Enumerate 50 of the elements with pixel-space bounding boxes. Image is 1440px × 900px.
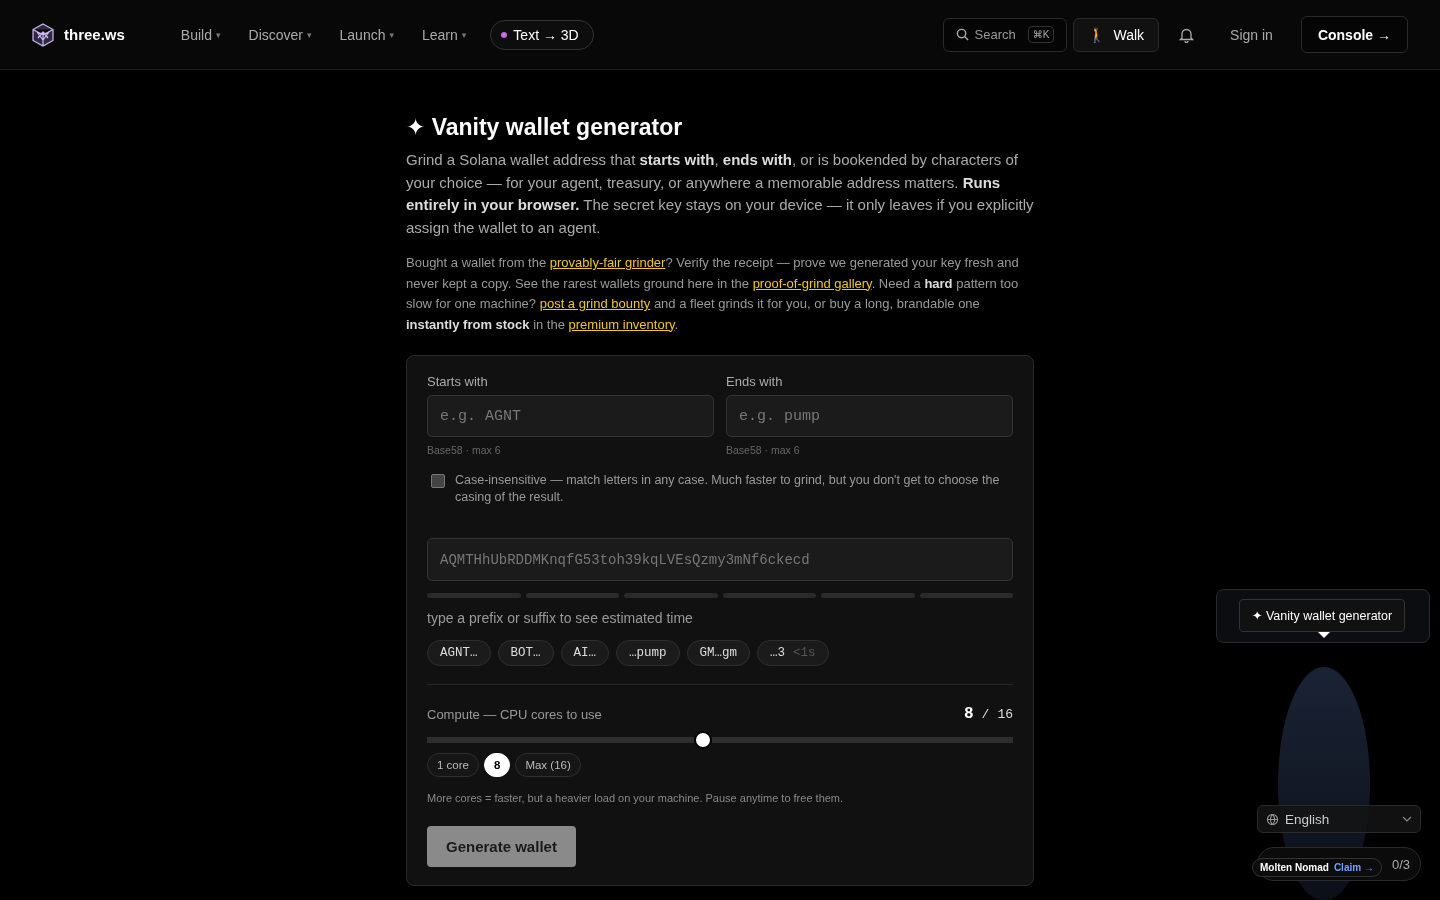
claim-link[interactable]: Claim →	[1333, 862, 1374, 873]
field-label: Ends with	[726, 374, 784, 389]
achievement-badge: Molten Nomad Claim →	[1252, 858, 1382, 877]
core-preset-button[interactable]: Max (16)	[515, 753, 581, 777]
language-select[interactable]: English	[1257, 805, 1421, 833]
core-preset-button[interactable]: 8	[483, 753, 511, 777]
field-label: Starts with	[427, 374, 489, 389]
console-button[interactable]: Console →	[1300, 16, 1408, 53]
walk-button[interactable]: 🚶 Walk	[1073, 17, 1160, 52]
nav-menu-item[interactable]: Build ▾	[170, 20, 231, 49]
text-to-3d-button[interactable]: Text → 3D	[490, 19, 594, 50]
page-title: ✦ Vanity wallet generator	[406, 114, 684, 141]
core-preset-button[interactable]: 1 core	[427, 753, 479, 777]
text-link[interactable]: premium inventory	[568, 316, 675, 332]
nav-menu-item[interactable]: Launch ▾	[329, 20, 404, 49]
example-chip[interactable]: …pump	[616, 640, 680, 666]
example-chip[interactable]: AI…	[560, 640, 610, 666]
input-field[interactable]: e.g. pump	[726, 395, 1013, 437]
core-count: 8 / 16	[963, 705, 1013, 723]
info-paragraph: Bought a wallet from the provably-fair grinder? Verify the receipt — prove we generated your key fresh and never kept a copy. See the rarest wallets ground here in the proof-of-grind gallery. Need a hard pattern too slow for one machine? post a grind bounty and a fleet grinds it for you, or buy a long, brandable one instantly from stock in the premium inventory.	[406, 254, 1020, 334]
search-icon	[955, 28, 969, 41]
checkbox-label: Case-insensitive — match letters in any case. Much faster to grind, but you don't get to choose the casing of the result.	[455, 472, 1001, 506]
sign-in-link[interactable]: Sign in	[1214, 20, 1289, 49]
estimate-text: type a prefix or suffix to see estimated time	[427, 610, 694, 626]
search-button[interactable]: Search ⌘K	[942, 17, 1068, 52]
chevron-down-icon	[1402, 816, 1412, 822]
field-hint: Base58 · max 6	[427, 444, 502, 456]
compute-label: Compute — CPU cores to use	[427, 706, 602, 722]
brand-name[interactable]: three.ws	[64, 26, 125, 43]
cube-logo-icon	[32, 22, 54, 47]
tooltip-arrow	[1318, 632, 1330, 638]
field-hint: Base58 · max 6	[726, 444, 801, 456]
address-preview-field[interactable]: AQMTHhUbRDDMKnqfG53toh39kqLVEsQzmy3mNf6ckecd	[427, 538, 1013, 581]
nav-menu-item[interactable]: Learn ▾	[412, 20, 477, 49]
example-chip[interactable]: AGNT…	[427, 640, 491, 666]
compute-note: More cores = faster, but a heavier load on your machine. Pause anytime to free them.	[427, 792, 845, 804]
tooltip: ✦ Vanity wallet generator	[1239, 599, 1406, 632]
input-field[interactable]: e.g. AGNT	[427, 395, 714, 437]
text-link[interactable]: post a grind bounty	[539, 296, 651, 311]
example-chip[interactable]: …3 <1s	[757, 640, 829, 666]
text-link[interactable]: proof-of-grind gallery	[752, 275, 872, 291]
globe-icon	[1266, 812, 1279, 826]
example-chip[interactable]: GM…gm	[686, 640, 751, 666]
checkbox[interactable]	[431, 474, 445, 488]
intro-paragraph: Grind a Solana wallet address that starts with, ends with, or is bookended by characters of your choice — for your agent, treasury, or anywhere a memorable address matters. Runs entirely in your browser. The secret key stays on your device — it only leaves if you explicitly assign the wallet to an agent.	[406, 150, 1034, 238]
nav-menu-item[interactable]: Discover ▾	[238, 20, 322, 49]
bell-icon	[1179, 26, 1195, 43]
slider-thumb[interactable]	[693, 731, 712, 749]
text-link[interactable]: provably-fair grinder	[549, 255, 666, 270]
example-chip[interactable]: BOT…	[497, 640, 554, 666]
